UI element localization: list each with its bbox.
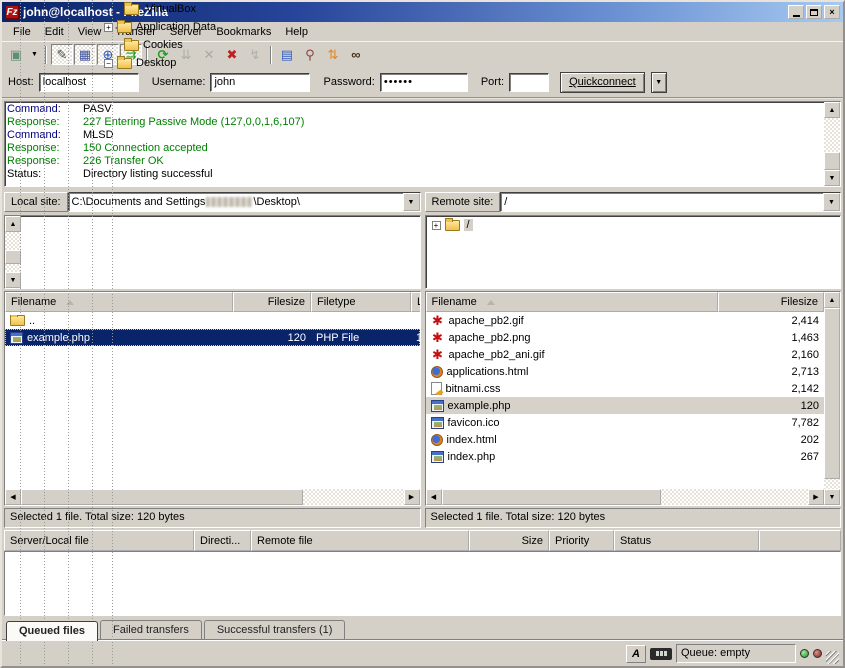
local-tree-box: .VirtualBox +Application Data Cookies −D… (4, 215, 421, 289)
php-file-icon (431, 451, 444, 463)
folder-icon (10, 315, 25, 326)
local-site-pane: Local site: C:\Documents and Settings\De… (4, 191, 421, 289)
php-file-icon (431, 400, 444, 412)
php-file-icon (10, 332, 23, 344)
tree-item-root[interactable]: +/ (426, 216, 841, 234)
filezilla-window: Fz john@localhost - FileZilla × File Edi… (0, 0, 845, 668)
local-directory-tree[interactable]: .VirtualBox +Application Data Cookies −D… (4, 215, 421, 289)
tab-queued-files[interactable]: Queued files (6, 621, 98, 641)
remote-directory-tree[interactable]: +/ (426, 216, 841, 288)
expand-icon[interactable]: + (432, 221, 441, 230)
site-trees-section: Local site: C:\Documents and Settings\De… (2, 189, 843, 291)
tree-item-label: / (464, 219, 473, 231)
css-file-icon (431, 382, 442, 395)
remote-tree-box: +/ (425, 215, 842, 289)
ico-file-icon (431, 417, 444, 429)
folder-icon (445, 220, 460, 231)
